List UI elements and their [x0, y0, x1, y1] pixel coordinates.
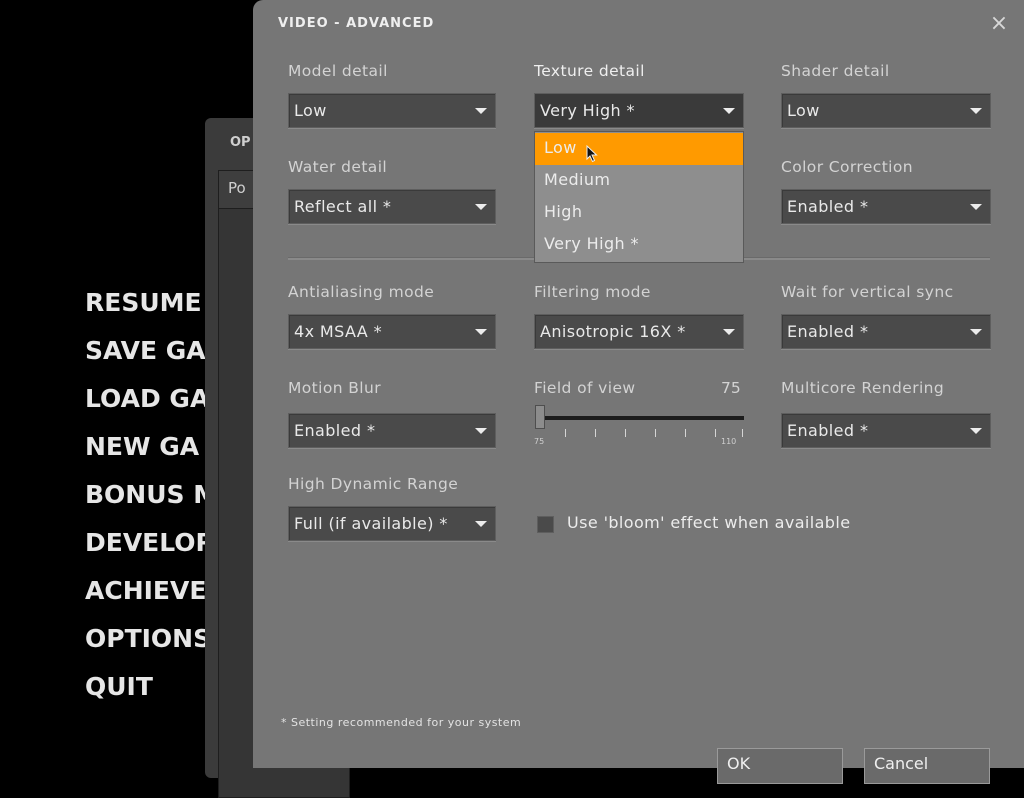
- fov-slider-track[interactable]: [536, 416, 744, 420]
- bloom-checkbox[interactable]: [537, 516, 554, 533]
- vsync-label: Wait for vertical sync: [781, 283, 954, 301]
- fov-value: 75: [721, 379, 741, 397]
- shader-detail-select[interactable]: Low: [781, 93, 991, 128]
- fov-label: Field of view: [534, 379, 636, 397]
- color-correction-label: Color Correction: [781, 158, 913, 176]
- cancel-button[interactable]: Cancel: [864, 748, 990, 784]
- options-tab-label: Po: [228, 179, 246, 197]
- menu-item-options[interactable]: OPTIONS: [85, 624, 211, 653]
- fov-slider-max: 110: [721, 437, 737, 446]
- texture-detail-label: Texture detail: [534, 62, 645, 80]
- water-detail-label: Water detail: [288, 158, 388, 176]
- recommended-footnote: * Setting recommended for your system: [281, 716, 522, 729]
- ok-button[interactable]: OK: [717, 748, 843, 784]
- shader-detail-value: Low: [787, 101, 820, 120]
- menu-item-developer[interactable]: DEVELOP: [85, 528, 214, 557]
- model-detail-label: Model detail: [288, 62, 388, 80]
- chevron-down-icon: [475, 204, 487, 210]
- options-dialog-title: OP: [230, 135, 251, 150]
- antialiasing-label: Antialiasing mode: [288, 283, 435, 301]
- chevron-down-icon: [970, 428, 982, 434]
- menu-item-resume[interactable]: RESUME: [85, 288, 202, 317]
- multicore-label: Multicore Rendering: [781, 379, 945, 397]
- slider-tick: [655, 429, 656, 437]
- chevron-down-icon: [723, 329, 735, 335]
- ok-button-label: OK: [727, 754, 751, 773]
- texture-detail-dropdown: Low Medium High Very High *: [534, 131, 744, 263]
- hdr-label: High Dynamic Range: [288, 475, 459, 493]
- chevron-down-icon: [475, 108, 487, 114]
- filtering-mode-select[interactable]: Anisotropic 16X *: [534, 314, 744, 349]
- chevron-down-icon: [475, 428, 487, 434]
- texture-detail-select[interactable]: Very High *: [534, 93, 744, 128]
- chevron-down-icon: [475, 329, 487, 335]
- menu-item-quit[interactable]: QUIT: [85, 672, 153, 701]
- motion-blur-value: Enabled *: [294, 421, 376, 440]
- dropdown-option-label: Medium: [544, 170, 611, 189]
- menu-item-save-game[interactable]: SAVE GA: [85, 336, 206, 365]
- water-detail-select[interactable]: Reflect all *: [288, 189, 496, 224]
- chevron-down-icon: [970, 329, 982, 335]
- dropdown-option-label: Low: [544, 138, 577, 157]
- chevron-down-icon: [723, 108, 735, 114]
- motion-blur-label: Motion Blur: [288, 379, 382, 397]
- dropdown-option-medium[interactable]: Medium: [535, 165, 743, 197]
- model-detail-select[interactable]: Low: [288, 93, 496, 128]
- slider-tick: [565, 429, 566, 437]
- slider-tick: [625, 429, 626, 437]
- filtering-mode-label: Filtering mode: [534, 283, 651, 301]
- slider-tick: [685, 429, 686, 437]
- filtering-mode-value: Anisotropic 16X *: [540, 322, 686, 341]
- video-advanced-dialog: VIDEO - ADVANCED × Model detail Low Text…: [253, 0, 1024, 784]
- chevron-down-icon: [970, 108, 982, 114]
- hdr-select[interactable]: Full (if available) *: [288, 506, 496, 541]
- color-correction-value: Enabled *: [787, 197, 869, 216]
- dialog-title: VIDEO - ADVANCED: [278, 16, 435, 31]
- model-detail-value: Low: [294, 101, 327, 120]
- chevron-down-icon: [475, 521, 487, 527]
- motion-blur-select[interactable]: Enabled *: [288, 413, 496, 448]
- cancel-button-label: Cancel: [874, 754, 929, 773]
- shader-detail-label: Shader detail: [781, 62, 890, 80]
- water-detail-value: Reflect all *: [294, 197, 392, 216]
- texture-detail-value: Very High *: [540, 101, 635, 120]
- close-icon[interactable]: ×: [989, 13, 1009, 35]
- slider-tick: [715, 429, 716, 437]
- antialiasing-value: 4x MSAA *: [294, 322, 383, 341]
- chevron-down-icon: [970, 204, 982, 210]
- multicore-value: Enabled *: [787, 421, 869, 440]
- multicore-select[interactable]: Enabled *: [781, 413, 991, 448]
- menu-item-achievements[interactable]: ACHIEVE: [85, 576, 206, 605]
- dropdown-option-label: High: [544, 202, 583, 221]
- slider-tick: [742, 429, 743, 437]
- hdr-value: Full (if available) *: [294, 514, 448, 533]
- dropdown-option-low[interactable]: Low: [535, 133, 743, 165]
- fov-slider-handle[interactable]: [535, 405, 545, 429]
- dropdown-option-high[interactable]: High: [535, 197, 743, 229]
- color-correction-select[interactable]: Enabled *: [781, 189, 991, 224]
- menu-item-new-game[interactable]: NEW GA: [85, 432, 199, 461]
- slider-tick: [595, 429, 596, 437]
- menu-item-load-game[interactable]: LOAD GA: [85, 384, 209, 413]
- antialiasing-select[interactable]: 4x MSAA *: [288, 314, 496, 349]
- fov-slider-min: 75: [534, 437, 545, 446]
- dropdown-option-very-high[interactable]: Very High *: [535, 229, 743, 261]
- bloom-label: Use 'bloom' effect when available: [567, 513, 851, 532]
- dropdown-option-label: Very High *: [544, 234, 639, 253]
- menu-item-bonus-maps[interactable]: BONUS M: [85, 480, 218, 509]
- vsync-value: Enabled *: [787, 322, 869, 341]
- mouse-cursor-icon: [586, 145, 598, 163]
- vsync-select[interactable]: Enabled *: [781, 314, 991, 349]
